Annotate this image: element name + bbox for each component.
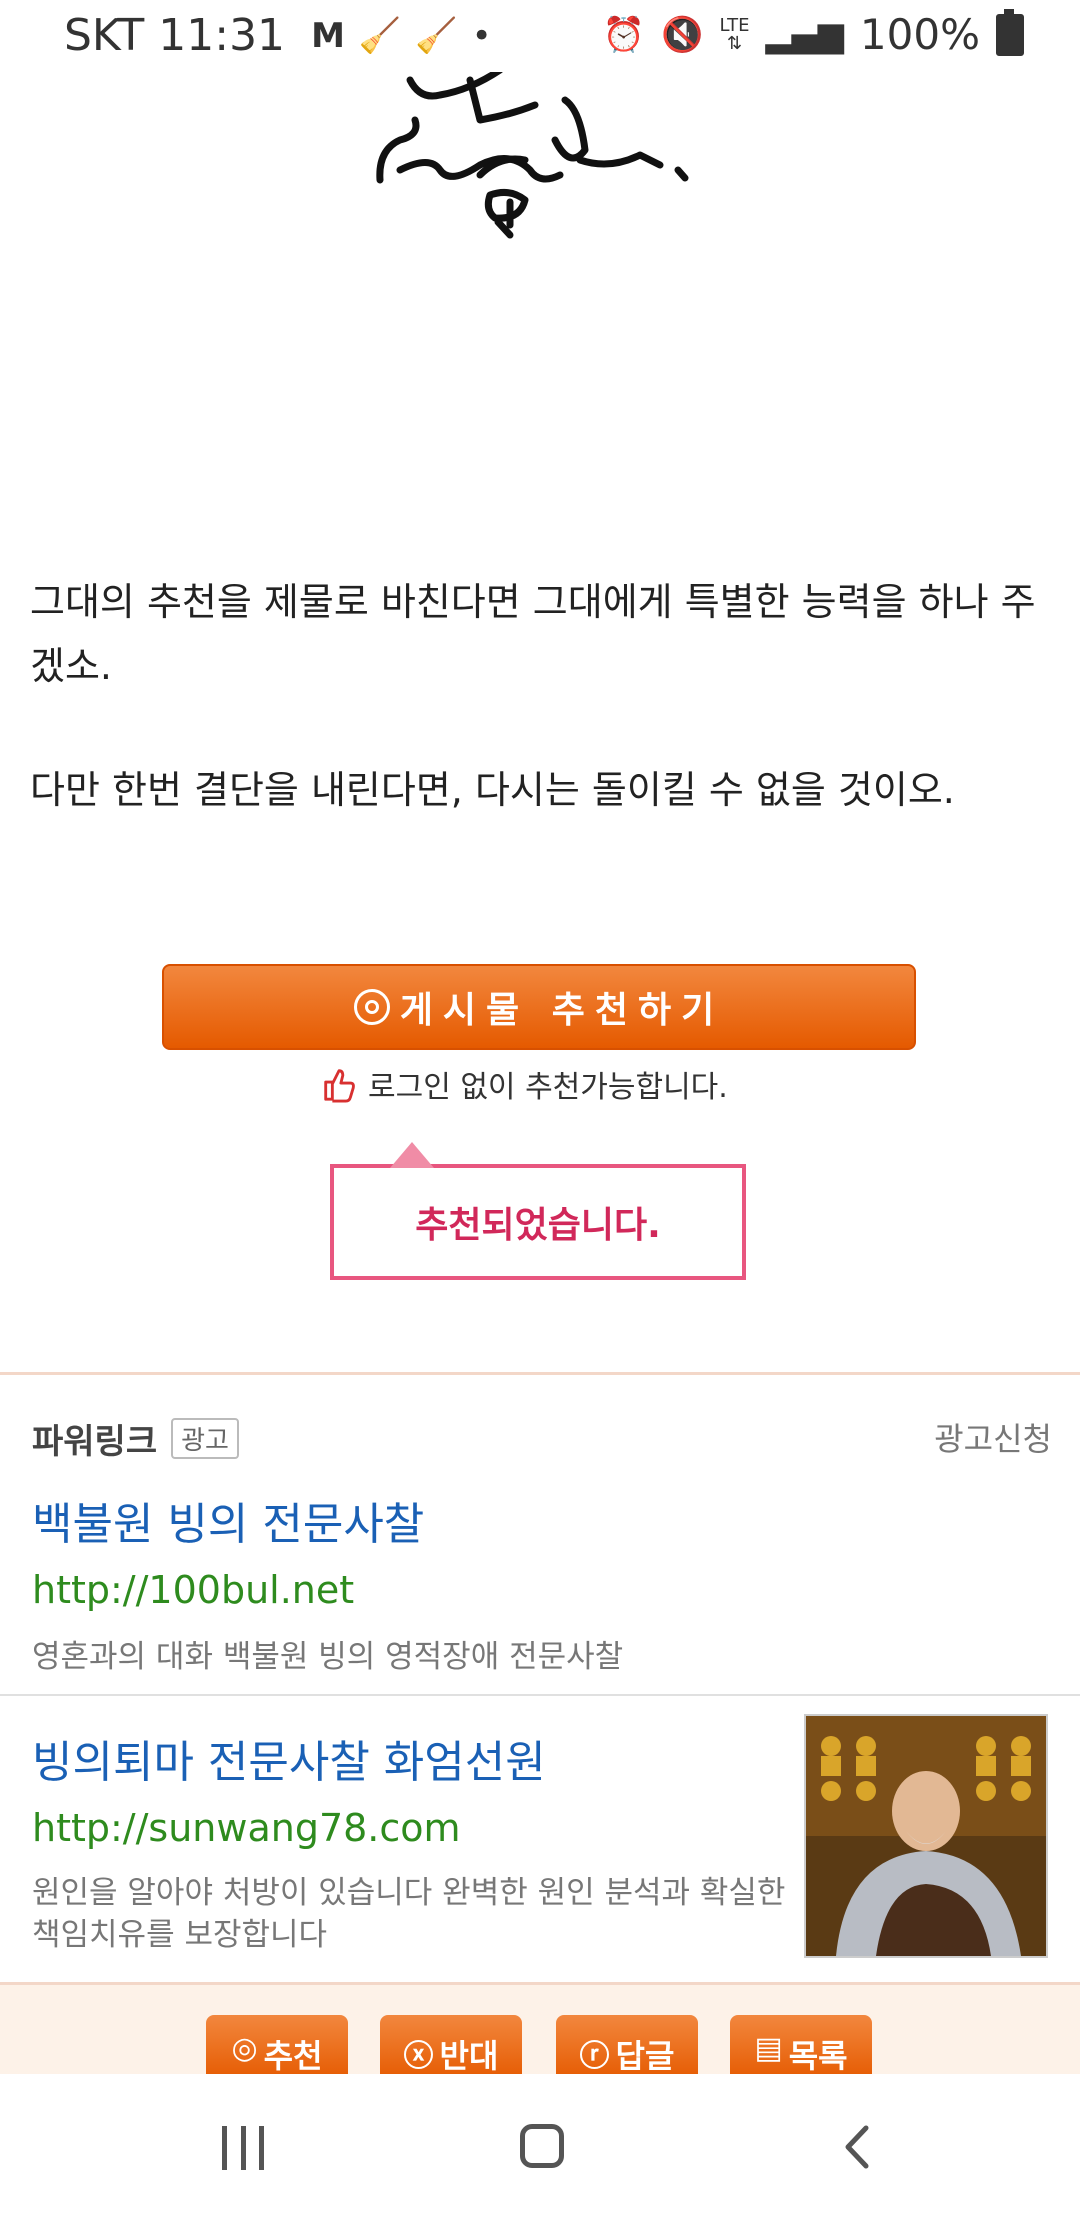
post-paragraph: 다만 한번 결단을 내린다면, 다시는 돌이킬 수 없을 것이오. — [30, 768, 955, 812]
list-icon: ▤ — [754, 2031, 783, 2066]
recent-apps-button[interactable] — [222, 2126, 264, 2170]
ad-description: 영혼과의 대화 백불원 빙의 영적장애 전문사찰 — [32, 1639, 624, 1675]
recommend-note-text: 로그인 없이 추천가능합니다. — [368, 1070, 728, 1105]
status-left: SKT 11:31 M 🧹 🧹 • — [64, 10, 492, 61]
close-circle-icon: ⓧ — [403, 2039, 434, 2074]
reply-button[interactable]: ⓡ 답글 — [556, 2015, 698, 2081]
cleaner-notification-icon: 🧹 — [358, 15, 402, 56]
more-notifications-dot-icon: • — [471, 15, 492, 56]
battery-icon — [996, 8, 1024, 56]
ad-separator — [0, 1694, 1080, 1696]
ad-apply-link[interactable]: 광고신청 — [934, 1414, 1052, 1460]
ad-title-link[interactable]: 빙의퇴마 전문사찰 화엄선원 — [32, 1726, 546, 1790]
power-link-header: 파워링크 광고 — [32, 1414, 239, 1463]
monk-photo-illustration — [806, 1716, 1046, 1956]
ad-url-link[interactable]: http://100bul.net — [32, 1568, 354, 1612]
post-toolbar: ◎ 추천 ⓧ 반대 ⓡ 답글 ▤ 목록 — [0, 1982, 1080, 2081]
ad-url-link[interactable]: http://sunwang78.com — [32, 1806, 461, 1850]
reply-circle-icon: ⓡ — [579, 2039, 610, 2074]
reply-label: 답글 — [615, 2037, 675, 2075]
recommend-post-label: 게시물 추천하기 — [399, 990, 725, 1031]
carrier-label: SKT — [64, 10, 145, 61]
post-paragraph: 그대의 추천을 제물로 바친다면 그대에게 특별한 능력을 하나 주겠소. — [30, 580, 1036, 688]
status-bar: SKT 11:31 M 🧹 🧹 • ⏰ 🔇 LTE ⇅ ▂▄▆ 100% — [0, 0, 1080, 72]
section-divider — [0, 1372, 1080, 1375]
ad-description: 원인을 알아야 처방이 있습니다 완벽한 원인 분석과 확실한 책임치유를 보장… — [32, 1875, 786, 1953]
recommend-post-button[interactable]: 게시물 추천하기 — [162, 964, 916, 1050]
oppose-button[interactable]: ⓧ 반대 — [380, 2015, 522, 2081]
oppose-label: 반대 — [439, 2037, 499, 2075]
battery-percent: 100% — [859, 10, 980, 59]
recommended-popup-text: 추천되었습니다. — [415, 1205, 661, 1246]
target-icon — [353, 989, 390, 1025]
lte-icon: LTE ⇅ — [719, 14, 750, 54]
recommend-button[interactable]: ◎ 추천 — [206, 2015, 348, 2081]
mail-notification-icon: M — [311, 15, 345, 56]
cleaner-notification-icon-2: 🧹 — [415, 15, 458, 56]
ad-title-link[interactable]: 백불원 빙의 전문사찰 — [32, 1488, 424, 1552]
status-right: ⏰ 🔇 LTE ⇅ ▂▄▆ 100% — [602, 8, 1024, 59]
list-label: 목록 — [788, 2037, 848, 2075]
post-body: 그대의 추천을 제물로 바친다면 그대에게 특별한 능력을 하나 주겠소. 다만… — [30, 570, 1050, 822]
recommend-label: 추천 — [263, 2037, 323, 2075]
list-button[interactable]: ▤ 목록 — [730, 2015, 872, 2081]
target-icon: ◎ — [231, 2031, 258, 2066]
ad-badge: 광고 — [171, 1418, 239, 1459]
clock: 11:31 — [158, 10, 286, 61]
recommend-note: 로그인 없이 추천가능합니다. — [320, 1062, 728, 1106]
thumbs-up-icon — [324, 1069, 355, 1103]
home-button[interactable] — [520, 2124, 564, 2168]
signal-icon: ▂▄▆ — [765, 14, 844, 55]
back-button[interactable] — [834, 2122, 884, 2172]
alarm-icon: ⏰ — [602, 14, 646, 55]
mute-icon: 🔇 — [661, 14, 704, 55]
ad-thumbnail-monk-photo[interactable] — [804, 1714, 1048, 1958]
recommended-popup: 추천되었습니다. — [330, 1142, 746, 1280]
handwritten-signature-image — [376, 66, 689, 239]
system-nav-bar — [0, 2074, 1080, 2220]
recents-icon — [222, 2126, 227, 2170]
power-link-heading: 파워링크 — [32, 1422, 158, 1462]
